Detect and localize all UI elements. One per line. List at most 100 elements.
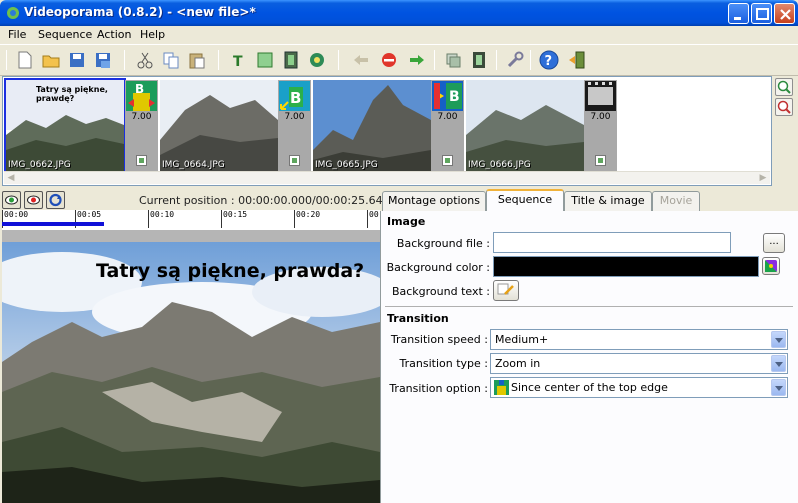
new-file-icon[interactable] bbox=[14, 49, 36, 71]
close-button[interactable] bbox=[774, 3, 795, 24]
remove-icon[interactable] bbox=[378, 49, 400, 71]
transition-speed-value: Medium+ bbox=[495, 333, 549, 346]
clip-thumbnail[interactable]: IMG_0666.JPG bbox=[466, 80, 584, 171]
transition-block[interactable]: B 7.00 bbox=[278, 80, 311, 171]
transition-type-select[interactable]: Zoom in bbox=[490, 353, 788, 374]
transition-settings-icon[interactable] bbox=[289, 155, 300, 166]
slide-transition-icon: B bbox=[432, 81, 463, 111]
film-transition-icon bbox=[585, 81, 616, 111]
menu-sequence[interactable]: Sequence bbox=[38, 28, 92, 41]
background-text-label: Background text : bbox=[391, 285, 490, 298]
clip-thumbnail[interactable]: IMG_0665.JPG bbox=[313, 80, 431, 171]
ruler-label: 00:05 bbox=[77, 210, 102, 219]
add-text-icon[interactable]: T bbox=[228, 49, 250, 71]
preview-play-button[interactable] bbox=[2, 191, 21, 209]
preview-refresh-button[interactable] bbox=[46, 191, 65, 209]
add-image-icon[interactable] bbox=[254, 49, 276, 71]
filmstrip-scrollbar[interactable]: ◀ ▶ bbox=[4, 171, 770, 184]
minimize-button[interactable] bbox=[728, 3, 749, 24]
svg-text:B: B bbox=[290, 89, 301, 107]
zoom-transition-icon: B bbox=[126, 81, 157, 111]
scroll-right-icon[interactable]: ▶ bbox=[757, 173, 769, 184]
background-text-button[interactable] bbox=[493, 280, 519, 301]
settings-wrench-icon[interactable] bbox=[504, 49, 526, 71]
ruler-label: 00:15 bbox=[223, 210, 248, 219]
transition-settings-icon[interactable] bbox=[136, 155, 147, 166]
transition-settings-icon[interactable] bbox=[442, 155, 453, 166]
film-icon[interactable] bbox=[468, 49, 490, 71]
menu-file[interactable]: File bbox=[8, 28, 26, 41]
transition-speed-label: Transition speed : bbox=[390, 333, 488, 346]
timeline-track[interactable] bbox=[2, 230, 380, 242]
background-file-input[interactable] bbox=[493, 232, 731, 253]
preview-title-text: Tatry są piękne, prawda? bbox=[96, 260, 365, 282]
save-as-icon[interactable] bbox=[92, 49, 114, 71]
transition-block[interactable]: B 7.00 bbox=[125, 80, 158, 171]
move-left-icon[interactable] bbox=[350, 49, 372, 71]
window-title: Videoporama (0.8.2) - <new file>* bbox=[24, 5, 256, 19]
options-panel: Montage options Sequence Title & image M… bbox=[380, 189, 798, 503]
title-bar: Videoporama (0.8.2) - <new file>* bbox=[0, 0, 798, 26]
paste-icon[interactable] bbox=[186, 49, 208, 71]
transition-option-select[interactable]: Since center of the top edge bbox=[490, 377, 788, 398]
tab-movie[interactable]: Movie bbox=[652, 191, 700, 211]
clip-filename: IMG_0664.JPG bbox=[162, 160, 225, 170]
transition-block[interactable]: 7.00 bbox=[584, 80, 617, 171]
menu-action[interactable]: Action bbox=[97, 28, 131, 41]
zoom-out-icon bbox=[777, 100, 791, 114]
svg-text:B: B bbox=[449, 89, 460, 105]
eye-green-icon bbox=[5, 195, 18, 205]
tab-sequence[interactable]: Sequence bbox=[486, 189, 564, 211]
transition-speed-select[interactable]: Medium+ bbox=[490, 329, 788, 350]
refresh-icon bbox=[49, 193, 62, 207]
toolbar: T ? bbox=[0, 44, 798, 76]
cut-icon[interactable] bbox=[134, 49, 156, 71]
clip-filename: IMG_0662.JPG bbox=[8, 160, 71, 170]
background-file-label: Background file : bbox=[396, 237, 490, 250]
ruler-label: 00:20 bbox=[296, 210, 321, 219]
zoom-out-button[interactable] bbox=[775, 98, 793, 116]
clip-filename: IMG_0666.JPG bbox=[468, 160, 531, 170]
clip-thumbnail[interactable]: IMG_0664.JPG bbox=[160, 80, 278, 171]
tab-title-image[interactable]: Title & image bbox=[564, 191, 652, 211]
move-right-icon[interactable] bbox=[406, 49, 428, 71]
preview-image: Tatry są piękne, prawda? bbox=[2, 242, 380, 503]
ruler-label: 00:10 bbox=[150, 210, 175, 219]
transition-option-label: Transition option : bbox=[389, 382, 488, 395]
preview-panel: Current position : 00:00:00.000/00:00:25… bbox=[0, 189, 390, 503]
tab-montage-options[interactable]: Montage options bbox=[382, 191, 486, 211]
copy-frame-icon[interactable] bbox=[442, 49, 464, 71]
copy-icon[interactable] bbox=[160, 49, 182, 71]
clip-thumbnail[interactable]: Tatry są piękne, prawdę? IMG_0662.JPG bbox=[4, 78, 126, 173]
browse-button[interactable]: ... bbox=[763, 233, 785, 253]
scroll-left-icon[interactable]: ◀ bbox=[5, 173, 17, 184]
preview-stop-button[interactable] bbox=[24, 191, 43, 209]
help-icon[interactable]: ? bbox=[538, 49, 560, 71]
timeline-ruler[interactable]: 00:00 00:05 00:10 00:15 00:20 00: bbox=[2, 210, 383, 230]
chevron-down-icon[interactable] bbox=[771, 355, 786, 372]
chevron-down-icon[interactable] bbox=[771, 379, 786, 396]
transition-type-label: Transition type : bbox=[399, 357, 488, 370]
ruler-label: 00:00 bbox=[4, 210, 29, 219]
exit-icon[interactable] bbox=[566, 49, 588, 71]
svg-text:B: B bbox=[135, 82, 144, 96]
sequence-tab-body: Image Background file : ... Background c… bbox=[380, 211, 798, 503]
transition-block[interactable]: B 7.00 bbox=[431, 80, 464, 171]
chevron-down-icon[interactable] bbox=[771, 331, 786, 348]
color-picker-button[interactable] bbox=[762, 257, 780, 275]
clip-overlay-text: Tatry są piękne, prawdę? bbox=[36, 85, 108, 103]
add-video-icon[interactable] bbox=[280, 49, 302, 71]
transition-option-value: Since center of the top edge bbox=[511, 381, 668, 394]
zoom-top-edge-icon bbox=[494, 380, 509, 395]
add-sound-icon[interactable] bbox=[306, 49, 328, 71]
app-icon bbox=[7, 7, 19, 19]
eye-red-icon bbox=[27, 195, 40, 205]
diagonal-transition-icon: B bbox=[279, 81, 310, 111]
background-color-swatch[interactable] bbox=[493, 256, 759, 277]
maximize-button[interactable] bbox=[751, 3, 772, 24]
menu-help[interactable]: Help bbox=[140, 28, 165, 41]
open-folder-icon[interactable] bbox=[40, 49, 62, 71]
zoom-in-button[interactable] bbox=[775, 78, 793, 96]
save-icon[interactable] bbox=[66, 49, 88, 71]
transition-settings-icon[interactable] bbox=[595, 155, 606, 166]
